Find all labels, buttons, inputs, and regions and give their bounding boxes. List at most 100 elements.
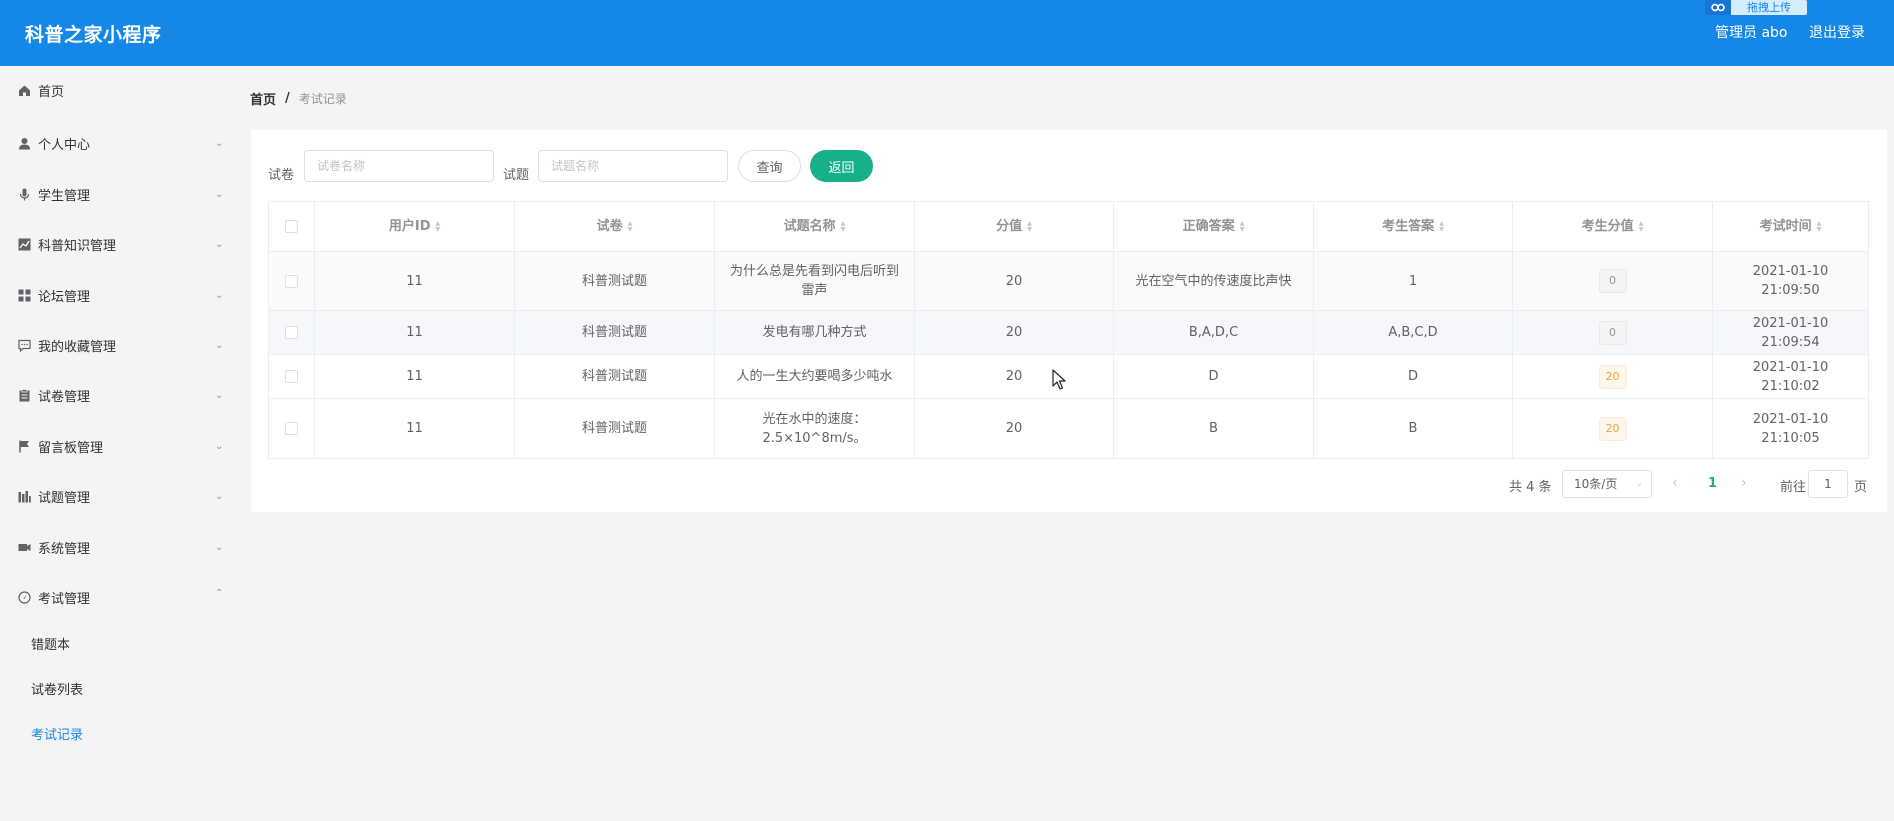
cell-question: 人的一生大约要喝多少吨水 (715, 355, 915, 398)
sidebar-item-label: 试题管理 (38, 490, 91, 506)
sort-caret-icon: ▲ ▼ (1439, 219, 1444, 233)
chevron-down-icon: ⌄ (215, 339, 224, 351)
query-button[interactable]: 查询 (738, 150, 801, 182)
cell-paper: 科普测试题 (515, 355, 715, 398)
cell-correct-answer: B,A,D,C (1114, 311, 1314, 354)
cell-paper: 科普测试题 (515, 399, 715, 458)
table-row[interactable]: 11 科普测试题 为什么总是先看到闪电后听到雷声 20 光在空气中的传速度比声快… (269, 252, 1868, 311)
row-checkbox-cell (269, 311, 315, 354)
sidebar: 首页 个人中心 ⌄ 学生管理 ⌄ 科普知识管理 ⌄ 论坛管理 ⌄ 我的收藏管理 … (0, 66, 240, 821)
page-size-select[interactable]: 10条/页 ⌄ (1562, 470, 1652, 498)
sidebar-item-label: 系统管理 (38, 541, 91, 557)
chevron-down-icon: ⌄ (1635, 479, 1643, 489)
flag-icon (17, 439, 31, 453)
microphone-icon (17, 187, 31, 201)
row-checkbox[interactable] (285, 370, 298, 383)
goto-label: 前往 (1780, 480, 1807, 495)
cell-user-id: 11 (315, 252, 515, 310)
video-icon (17, 540, 31, 554)
sidebar-item-paper-management[interactable]: 试卷管理 ⌄ (0, 375, 240, 415)
app-title: 科普之家小程序 (25, 24, 162, 46)
back-button[interactable]: 返回 (810, 150, 873, 182)
cell-student-score: 20 (1513, 355, 1713, 398)
cell-user-id: 11 (315, 355, 515, 398)
sidebar-subitem-paper-list[interactable]: 试卷列表 (0, 670, 240, 706)
sidebar-item-label: 考试管理 (38, 591, 91, 607)
user-icon (17, 136, 31, 150)
column-header-student-score[interactable]: 考生分值 ▲ ▼ (1513, 202, 1713, 251)
sidebar-item-system-management[interactable]: 系统管理 ⌄ (0, 527, 240, 567)
cell-exam-time: 2021-01-10 21:09:54 (1752, 315, 1829, 350)
sidebar-item-exam-management[interactable]: 考试管理 ⌃ (0, 577, 240, 617)
sidebar-item-forum-management[interactable]: 论坛管理 ⌄ (0, 275, 240, 315)
sidebar-subitem-label: 考试记录 (31, 727, 84, 743)
row-checkbox-cell (269, 355, 315, 398)
chevron-down-icon: ⌄ (215, 440, 224, 452)
chevron-down-icon: ⌄ (215, 490, 224, 502)
question-search-input[interactable] (538, 150, 728, 182)
sidebar-item-knowledge-management[interactable]: 科普知识管理 ⌄ (0, 224, 240, 264)
logout-link[interactable]: 退出登录 (1809, 22, 1865, 42)
sort-caret-icon: ▲ ▼ (1638, 219, 1644, 233)
chevron-down-icon: ⌄ (215, 238, 224, 250)
sidebar-subitem-label: 试卷列表 (31, 682, 84, 698)
drag-upload-badge[interactable]: 拖拽上传 (1705, 0, 1807, 15)
page-number-1[interactable]: 1 (1708, 476, 1717, 491)
sort-caret-icon: ▲ ▼ (840, 219, 846, 233)
sidebar-subitem-wrong-questions[interactable]: 错题本 (0, 625, 240, 661)
sidebar-item-label: 留言板管理 (38, 440, 104, 456)
cell-paper: 科普测试题 (515, 311, 715, 354)
cell-student-score: 0 (1513, 311, 1713, 354)
page-suffix-label: 页 (1854, 480, 1868, 495)
admin-info: 管理员 abo (1715, 25, 1788, 41)
column-header-correct-answer[interactable]: 正确答案 ▲ ▼ (1114, 202, 1314, 251)
sidebar-item-home[interactable]: 首页 (0, 70, 240, 110)
next-page-button[interactable]: › (1741, 475, 1747, 491)
column-header-paper[interactable]: 试卷 ▲ ▼ (515, 202, 715, 251)
cell-score: 20 (915, 252, 1114, 310)
sidebar-subitem-exam-records[interactable]: 考试记录 (0, 715, 240, 751)
paper-search-input[interactable] (304, 150, 494, 182)
column-header-question-name[interactable]: 试题名称 ▲ ▼ (715, 202, 915, 251)
pagination-total: 共 4 条 (1509, 480, 1552, 495)
table-row[interactable]: 11 科普测试题 光在水中的速度：2.5×10^8m/s。 20 B B 20 … (269, 399, 1868, 458)
row-checkbox[interactable] (285, 326, 298, 339)
paper-label: 试卷 (268, 168, 295, 183)
score-tag: 0 (1598, 269, 1627, 293)
baidu-paw-icon (1705, 0, 1731, 15)
breadcrumb-home[interactable]: 首页 (250, 89, 276, 108)
cell-score: 20 (915, 311, 1114, 354)
main-card: 试卷 试题 查询 返回 用户ID▲▼ 试卷▲▼ 试题名称▲▼ 分值▲▼ 正确答案… (251, 130, 1887, 512)
home-icon (17, 83, 31, 97)
table-row[interactable]: 11 科普测试题 发电有哪几种方式 20 B,A,D,C A,B,C,D 0 2… (269, 311, 1868, 355)
sidebar-item-question-management[interactable]: 试题管理 ⌄ (0, 476, 240, 516)
sort-caret-icon: ▲ ▼ (1816, 219, 1822, 233)
column-header-user-id[interactable]: 用户ID ▲ ▼ (315, 202, 515, 251)
cell-question: 光在水中的速度：2.5×10^8m/s。 (715, 399, 915, 458)
cell-exam-time: 2021-01-10 21:09:50 (1752, 264, 1829, 298)
sidebar-item-personal-center[interactable]: 个人中心 ⌄ (0, 123, 240, 163)
column-header-exam-time[interactable]: 考试时间 ▲ ▼ (1713, 202, 1868, 251)
sidebar-item-label: 我的收藏管理 (38, 339, 117, 355)
breadcrumb: 首页 / 考试记录 (250, 89, 347, 108)
breadcrumb-separator: / (285, 91, 290, 106)
sidebar-item-message-board-management[interactable]: 留言板管理 ⌄ (0, 426, 240, 466)
sidebar-item-label: 科普知识管理 (38, 238, 117, 254)
goto-page-input[interactable] (1808, 470, 1848, 498)
sidebar-item-student-management[interactable]: 学生管理 ⌄ (0, 174, 240, 214)
column-header-student-answer[interactable]: 考生答案 ▲ ▼ (1314, 202, 1513, 251)
row-checkbox[interactable] (285, 422, 298, 435)
cell-correct-answer: D (1114, 355, 1314, 398)
sort-caret-icon: ▲ ▼ (435, 219, 441, 233)
row-checkbox[interactable] (285, 274, 298, 288)
column-header-score[interactable]: 分值 ▲ ▼ (915, 202, 1114, 251)
mouse-cursor-icon (1052, 369, 1066, 390)
prev-page-button[interactable]: ‹ (1672, 475, 1678, 491)
cell-score: 20 (915, 399, 1114, 458)
cell-student-score: 0 (1513, 252, 1713, 310)
cell-question: 为什么总是先看到闪电后听到雷声 (715, 252, 915, 310)
select-all-checkbox[interactable] (285, 220, 298, 233)
score-tag: 20 (1598, 364, 1627, 389)
sidebar-item-favorites-management[interactable]: 我的收藏管理 ⌄ (0, 325, 240, 365)
table-row[interactable]: 11 科普测试题 人的一生大约要喝多少吨水 20 D D 20 2021-01-… (269, 355, 1868, 399)
